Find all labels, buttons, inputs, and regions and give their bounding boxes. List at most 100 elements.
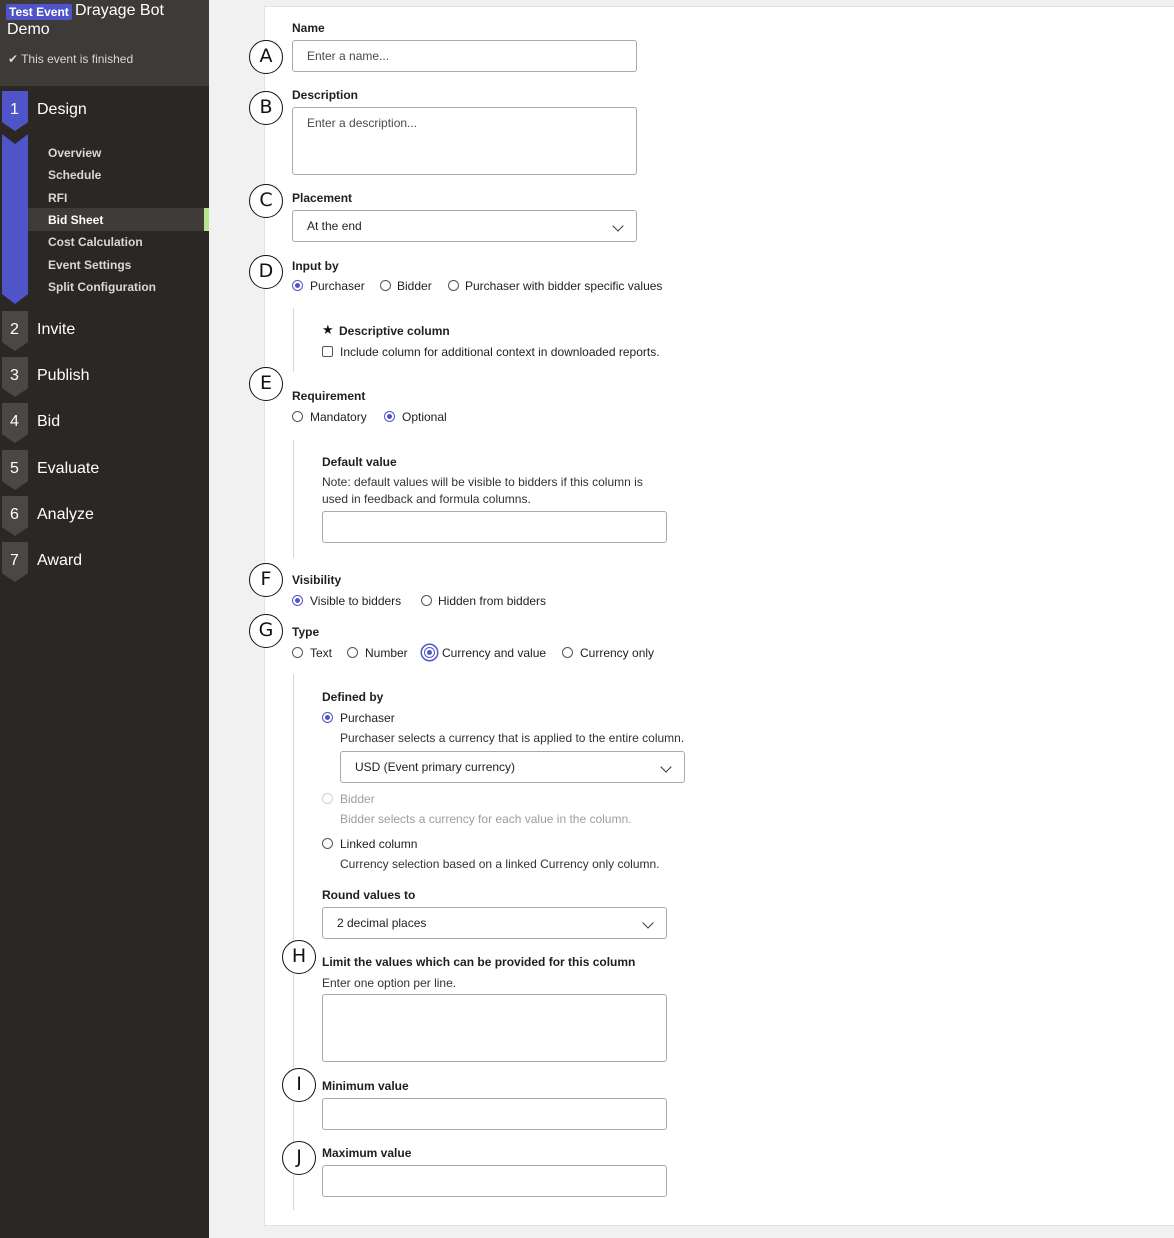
input-by-purchaser-bidder-label: Purchaser with bidder specific values <box>465 279 663 293</box>
event-status: ✔ This event is finished <box>8 52 133 66</box>
description-label: Description <box>292 88 359 102</box>
step-analyze[interactable]: 6 Analyze <box>0 496 209 536</box>
defined-by-label: Defined by <box>322 690 384 704</box>
nested-section-line <box>293 440 294 558</box>
step-number: 6 <box>10 506 19 523</box>
maximum-value-label: Maximum value <box>322 1146 412 1160</box>
chevron-down-icon <box>612 220 624 232</box>
step-invite[interactable]: 2 Invite <box>0 311 209 351</box>
requirement-optional-label: Optional <box>402 410 447 424</box>
step-design[interactable]: 1 Design <box>0 91 209 131</box>
defined-by-linked-label: Linked column <box>340 837 418 851</box>
marker-c: C <box>249 184 283 218</box>
sidebar-item-bid-sheet[interactable]: Bid Sheet <box>48 213 103 227</box>
input-by-bidder-radio[interactable] <box>380 280 391 291</box>
default-value-note-line1: Note: default values will be visible to … <box>322 475 643 489</box>
input-by-purchaser-bidder-radio[interactable] <box>448 280 459 291</box>
requirement-mandatory-radio[interactable] <box>292 411 303 422</box>
placement-label: Placement <box>292 191 353 205</box>
descriptive-column-checkbox[interactable] <box>322 346 333 357</box>
step-number: 4 <box>10 413 19 430</box>
defined-by-bidder-help: Bidder selects a currency for each value… <box>340 812 632 826</box>
sidebar-item-cost-calculation[interactable]: Cost Calculation <box>48 235 143 249</box>
type-currency-value-label: Currency and value <box>442 646 547 660</box>
default-value-note-line2: used in feedback and formula columns. <box>322 492 531 506</box>
step-number: 2 <box>10 321 19 338</box>
step-number: 1 <box>10 101 19 118</box>
active-item-marker <box>204 208 209 231</box>
input-by-purchaser-radio[interactable] <box>292 280 303 291</box>
checkmark-icon: ✔ <box>8 52 19 66</box>
requirement-label: Requirement <box>292 389 366 403</box>
type-currency-value-radio[interactable] <box>424 647 435 658</box>
descriptive-column-label: Descriptive column <box>339 324 450 338</box>
marker-a: A <box>249 40 283 74</box>
input-by-label: Input by <box>292 259 339 273</box>
step-publish[interactable]: 3 Publish <box>0 357 209 397</box>
step-number: 3 <box>10 367 19 384</box>
step-label: Evaluate <box>37 460 100 477</box>
design-step-bar <box>2 134 28 304</box>
type-currency-only-radio[interactable] <box>562 647 573 658</box>
name-input[interactable]: Enter a name... <box>292 40 637 72</box>
step-bid[interactable]: 4 Bid <box>0 403 209 443</box>
marker-d: D <box>249 255 283 289</box>
visibility-visible-label: Visible to bidders <box>310 594 402 608</box>
star-icon: ★ <box>322 322 334 337</box>
marker-j: J <box>282 1141 316 1175</box>
chevron-down-icon <box>660 761 672 773</box>
defined-by-linked-radio[interactable] <box>322 838 333 849</box>
marker-b: B <box>249 91 283 125</box>
descriptive-column-checkbox-label: Include column for additional context in… <box>340 345 660 359</box>
step-award[interactable]: 7 Award <box>0 542 209 582</box>
defined-by-purchaser-label: Purchaser <box>340 711 395 725</box>
sidebar-item-rfi[interactable]: RFI <box>48 191 67 205</box>
description-textarea[interactable]: Enter a description... <box>292 107 637 175</box>
marker-h: H <box>282 940 316 974</box>
visibility-hidden-radio[interactable] <box>421 595 432 606</box>
sidebar-item-schedule[interactable]: Schedule <box>48 168 101 182</box>
currency-select[interactable]: USD (Event primary currency) <box>340 751 685 783</box>
step-label: Bid <box>37 413 61 430</box>
step-label: Analyze <box>37 506 94 523</box>
sidebar-item-event-settings[interactable]: Event Settings <box>48 258 131 272</box>
currency-select-value: USD (Event primary currency) <box>355 760 516 774</box>
event-status-text: This event is finished <box>21 52 134 66</box>
nested-section-line <box>293 308 294 372</box>
test-event-badge: Test Event <box>6 4 72 20</box>
event-header: Test Event Drayage Bot Demo ✔ This event … <box>0 0 209 86</box>
sidebar-item-split-configuration[interactable]: Split Configuration <box>48 280 156 294</box>
requirement-optional-radio[interactable] <box>384 411 395 422</box>
step-label: Award <box>37 552 83 569</box>
type-currency-only-label: Currency only <box>580 646 655 660</box>
event-title-line1: Drayage Bot <box>75 2 164 19</box>
minimum-value-label: Minimum value <box>322 1079 409 1093</box>
requirement-mandatory-label: Mandatory <box>310 410 367 424</box>
limit-values-textarea[interactable] <box>322 994 667 1062</box>
type-number-radio[interactable] <box>347 647 358 658</box>
default-value-input[interactable] <box>322 511 667 543</box>
default-value-label: Default value <box>322 455 397 469</box>
step-label: Invite <box>37 321 76 338</box>
defined-by-purchaser-help: Purchaser selects a currency that is app… <box>340 731 685 745</box>
placement-select[interactable]: At the end <box>292 210 637 242</box>
minimum-value-input[interactable] <box>322 1098 667 1130</box>
step-label: Publish <box>37 367 90 384</box>
defined-by-bidder-radio <box>322 793 333 804</box>
round-values-select[interactable]: 2 decimal places <box>322 907 667 939</box>
marker-i: I <box>282 1068 316 1102</box>
step-number: 5 <box>10 460 19 477</box>
limit-values-label: Limit the values which can be provided f… <box>322 955 636 969</box>
marker-e: E <box>249 367 283 401</box>
step-evaluate[interactable]: 5 Evaluate <box>0 450 209 490</box>
type-number-label: Number <box>365 646 408 660</box>
maximum-value-input[interactable] <box>322 1165 667 1197</box>
type-text-radio[interactable] <box>292 647 303 658</box>
sidebar-item-overview[interactable]: Overview <box>48 146 101 160</box>
input-by-bidder-label: Bidder <box>397 279 432 293</box>
chevron-down-icon <box>642 917 654 929</box>
visibility-visible-radio[interactable] <box>292 595 303 606</box>
type-label: Type <box>292 625 320 639</box>
round-values-label: Round values to <box>322 888 416 902</box>
defined-by-purchaser-radio[interactable] <box>322 712 333 723</box>
